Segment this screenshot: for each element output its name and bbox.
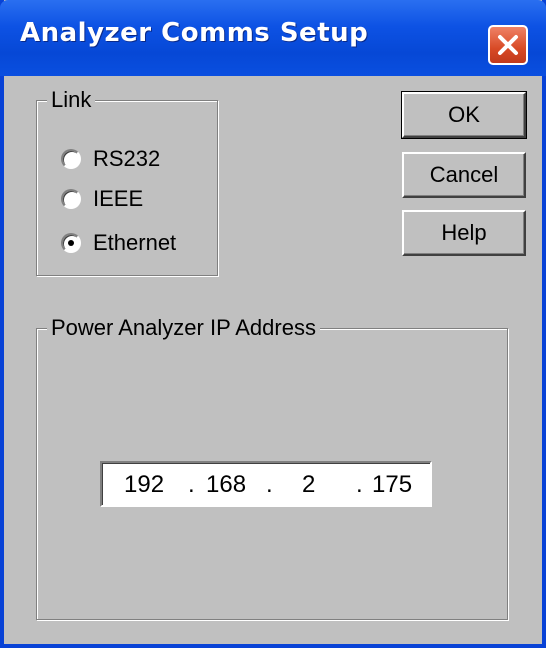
ip-separator: .: [266, 471, 273, 498]
window-title: Analyzer Comms Setup: [20, 18, 369, 48]
radio-ieee-button[interactable]: [61, 189, 81, 209]
radio-rs232-label: RS232: [93, 146, 161, 171]
cancel-button[interactable]: Cancel: [402, 152, 526, 198]
radio-ethernet-label: Ethernet: [93, 230, 177, 255]
ip-address-legend: Power Analyzer IP Address: [47, 316, 320, 340]
ip-separator: .: [356, 471, 363, 498]
link-group: Link RS232 IEEE Ethernet: [36, 88, 218, 276]
ip-octet-3[interactable]: 2: [302, 471, 315, 499]
radio-ieee[interactable]: IEEE: [61, 184, 143, 214]
ok-button[interactable]: OK: [401, 91, 527, 139]
title-bar[interactable]: Analyzer Comms Setup: [0, 0, 546, 76]
radio-ethernet-button[interactable]: [61, 233, 81, 253]
close-button[interactable]: [488, 25, 528, 65]
radio-ethernet[interactable]: Ethernet: [61, 228, 176, 258]
radio-rs232-button[interactable]: [61, 149, 81, 169]
link-group-legend: Link: [47, 88, 96, 112]
help-button[interactable]: Help: [402, 210, 526, 256]
radio-rs232[interactable]: RS232: [61, 144, 160, 174]
radio-ieee-label: IEEE: [93, 186, 144, 211]
close-icon: [498, 35, 518, 55]
ip-address-field[interactable]: 192 . 168 . 2 . 175: [100, 461, 432, 507]
ip-separator: .: [188, 471, 195, 498]
ip-octet-1[interactable]: 192: [124, 471, 164, 499]
ip-octet-2[interactable]: 168: [206, 471, 246, 499]
ip-octet-4[interactable]: 175: [372, 471, 412, 499]
dialog-window: Analyzer Comms Setup Link RS232 IEEE Eth…: [0, 0, 546, 648]
